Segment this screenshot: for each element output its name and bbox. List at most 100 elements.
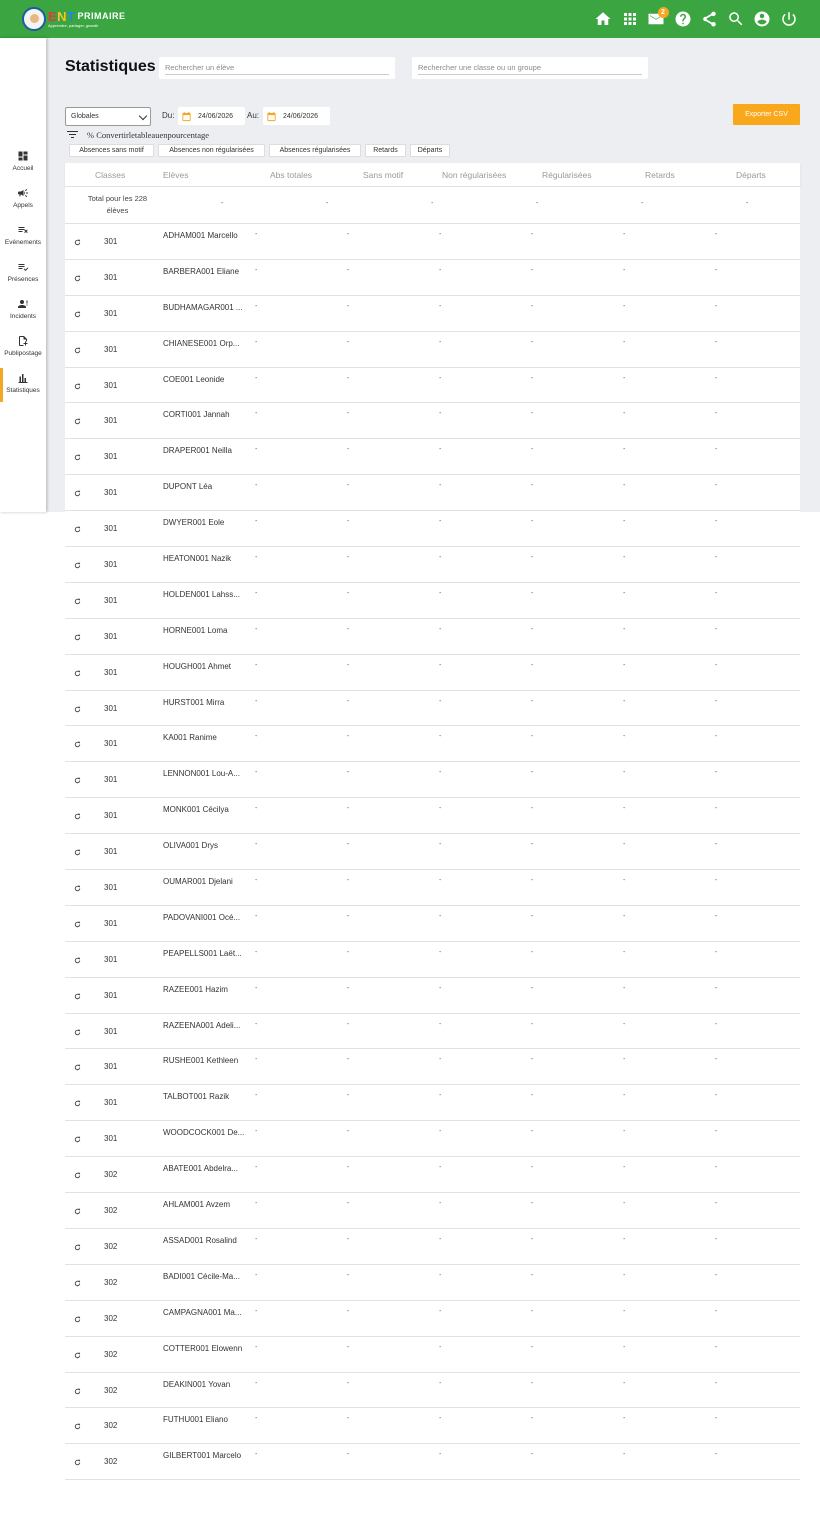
filter-chip-regularisees[interactable]: Absences régularisées	[269, 144, 361, 157]
row-student-name[interactable]: DRAPER001 Neilla	[163, 446, 245, 455]
filter-chip-departs[interactable]: Départs	[410, 144, 450, 157]
table-row[interactable]: 301 ADHAM001 Marcello - - - - - -	[65, 224, 800, 260]
row-student-name[interactable]: ASSAD001 Rosalind	[163, 1236, 245, 1245]
refresh-icon[interactable]	[73, 1279, 82, 1288]
column-header-abs-totales[interactable]: Abs totales	[270, 170, 312, 180]
table-row[interactable]: 302 AHLAM001 Avzem - - - - - -	[65, 1193, 800, 1229]
sidebar-item-publipostage[interactable]: Publipostage	[0, 335, 46, 365]
row-student-name[interactable]: KA001 Ranime	[163, 733, 245, 742]
refresh-icon[interactable]	[73, 1351, 82, 1360]
refresh-icon[interactable]	[73, 1135, 82, 1144]
refresh-icon[interactable]	[73, 884, 82, 893]
row-student-name[interactable]: RAZEE001 Hazim	[163, 985, 245, 994]
search-student-input[interactable]	[165, 61, 389, 75]
table-row[interactable]: 302 DEAKIN001 Yovan - - - - - -	[65, 1372, 800, 1409]
filter-chip-retards[interactable]: Retards	[365, 144, 406, 157]
column-header-retards[interactable]: Retards	[645, 170, 675, 180]
table-row[interactable]: 302 BADI001 Cécile-Ma... - - - - - -	[65, 1264, 800, 1301]
refresh-icon[interactable]	[73, 1422, 82, 1431]
table-row[interactable]: 301 RAZEENA001 Adeli... - - - - - -	[65, 1013, 800, 1050]
table-row[interactable]: 301 CHIANESE001 Orp... - - - - - -	[65, 331, 800, 368]
table-row[interactable]: 301 TALBOT001 Razik - - - - - -	[65, 1085, 800, 1122]
sidebar-item-presences[interactable]: Présences	[0, 261, 46, 291]
row-student-name[interactable]: HOUGH001 Ahmet	[163, 662, 245, 671]
row-student-name[interactable]: BUDHAMAGAR001 ...	[163, 303, 245, 312]
refresh-icon[interactable]	[73, 417, 82, 426]
table-row[interactable]: 301 DUPONT Léa - - - - - -	[65, 475, 800, 512]
row-student-name[interactable]: HOLDEN001 Lahss...	[163, 590, 245, 599]
row-student-name[interactable]: PEAPELLS001 Laët...	[163, 949, 245, 958]
table-row[interactable]: 301 HOLDEN001 Lahss... - - - - - -	[65, 582, 800, 619]
row-student-name[interactable]: BADI001 Cécile-Ma...	[163, 1272, 245, 1281]
table-row[interactable]: 301 BUDHAMAGAR001 ... - - - - - -	[65, 295, 800, 332]
refresh-icon[interactable]	[73, 1028, 82, 1037]
row-student-name[interactable]: RAZEENA001 Adeli...	[163, 1021, 245, 1030]
row-student-name[interactable]: AHLAM001 Avzem	[163, 1200, 245, 1209]
row-student-name[interactable]: CAMPAGNA001 Ma...	[163, 1308, 245, 1317]
refresh-icon[interactable]	[73, 525, 82, 534]
ent-logo[interactable]: ENT PRIMAIRE Apprendre, partager, grandir	[22, 7, 126, 31]
row-student-name[interactable]: CHIANESE001 Orp...	[163, 339, 245, 348]
refresh-icon[interactable]	[73, 1171, 82, 1180]
table-row[interactable]: 301 RUSHE001 Kethleen - - - - - -	[65, 1049, 800, 1086]
search-class-input[interactable]	[418, 61, 642, 75]
table-row[interactable]: 302 ABATE001 Abdelra... - - - - - -	[65, 1157, 800, 1194]
table-row[interactable]: 301 OLIVA001 Drys - - - - - -	[65, 834, 800, 871]
refresh-icon[interactable]	[73, 310, 82, 319]
table-row[interactable]: 301 HOUGH001 Ahmet - - - - - -	[65, 654, 800, 691]
table-row[interactable]: 301 LENNON001 Lou-A... - - - - - -	[65, 762, 800, 799]
refresh-icon[interactable]	[73, 1315, 82, 1324]
refresh-icon[interactable]	[73, 992, 82, 1001]
row-student-name[interactable]: PADOVANI001 Océ...	[163, 913, 245, 922]
column-header-classes[interactable]: Classes	[95, 170, 125, 180]
row-student-name[interactable]: HEATON001 Nazik	[163, 554, 245, 563]
row-student-name[interactable]: LENNON001 Lou-A...	[163, 769, 245, 778]
table-row[interactable]: 301 BARBERA001 Eliane - - - - - -	[65, 259, 800, 296]
column-header-regularisees[interactable]: Régularisées	[542, 170, 592, 180]
table-row[interactable]: 301 RAZEE001 Hazim - - - - - -	[65, 977, 800, 1014]
refresh-icon[interactable]	[73, 346, 82, 355]
account-icon[interactable]	[749, 8, 776, 30]
refresh-icon[interactable]	[73, 669, 82, 678]
row-student-name[interactable]: MONK001 Cécilya	[163, 805, 245, 814]
table-row[interactable]: 301 MONK001 Cécilya - - - - - -	[65, 798, 800, 835]
row-student-name[interactable]: ADHAM001 Marcello	[163, 231, 245, 240]
export-csv-button[interactable]: Exporter CSV	[733, 104, 800, 125]
row-student-name[interactable]: CORTI001 Jannah	[163, 410, 245, 419]
row-student-name[interactable]: DWYER001 Eole	[163, 518, 245, 527]
filter-icon[interactable]	[67, 131, 78, 139]
row-student-name[interactable]: DUPONT Léa	[163, 482, 245, 491]
filter-chip-non-regularisees[interactable]: Absences non régularisées	[158, 144, 265, 157]
refresh-icon[interactable]	[73, 489, 82, 498]
row-student-name[interactable]: FUTHU001 Eliano	[163, 1415, 245, 1424]
refresh-icon[interactable]	[73, 848, 82, 857]
refresh-icon[interactable]	[73, 382, 82, 391]
table-row[interactable]: 302 CAMPAGNA001 Ma... - - - - - -	[65, 1300, 800, 1337]
home-icon[interactable]	[590, 8, 617, 30]
row-student-name[interactable]: DEAKIN001 Yovan	[163, 1380, 245, 1389]
row-student-name[interactable]: HORNE001 Loma	[163, 626, 245, 635]
table-row[interactable]: 302 GILBERT001 Marcelo - - - - - -	[65, 1444, 800, 1481]
refresh-icon[interactable]	[73, 633, 82, 642]
row-student-name[interactable]: GILBERT001 Marcelo	[163, 1451, 245, 1460]
table-row[interactable]: 302 ASSAD001 Rosalind - - - - - -	[65, 1228, 800, 1265]
refresh-icon[interactable]	[73, 920, 82, 929]
table-row[interactable]: 301 CORTI001 Jannah - - - - - -	[65, 403, 800, 440]
sidebar-item-accueil[interactable]: Accueil	[0, 150, 46, 180]
refresh-icon[interactable]	[73, 597, 82, 606]
help-icon[interactable]	[670, 8, 697, 30]
refresh-icon[interactable]	[73, 1243, 82, 1252]
row-student-name[interactable]: HURST001 Mirra	[163, 698, 245, 707]
row-student-name[interactable]: RUSHE001 Kethleen	[163, 1056, 245, 1065]
refresh-icon[interactable]	[73, 1458, 82, 1467]
table-row[interactable]: 301 DRAPER001 Neilla - - - - - -	[65, 439, 800, 476]
refresh-icon[interactable]	[73, 705, 82, 714]
refresh-icon[interactable]	[73, 453, 82, 462]
column-header-eleves[interactable]: Elèves	[163, 170, 189, 180]
table-row[interactable]: 301 OUMAR001 Djelani - - - - - -	[65, 870, 800, 906]
table-row[interactable]: 302 FUTHU001 Eliano - - - - - -	[65, 1408, 800, 1445]
table-row[interactable]: 302 COTTER001 Elowenn - - - - - -	[65, 1336, 800, 1373]
sidebar-item-statistiques[interactable]: Statistiques	[0, 368, 46, 402]
refresh-icon[interactable]	[73, 238, 82, 247]
mode-select[interactable]: Globales	[65, 107, 151, 126]
